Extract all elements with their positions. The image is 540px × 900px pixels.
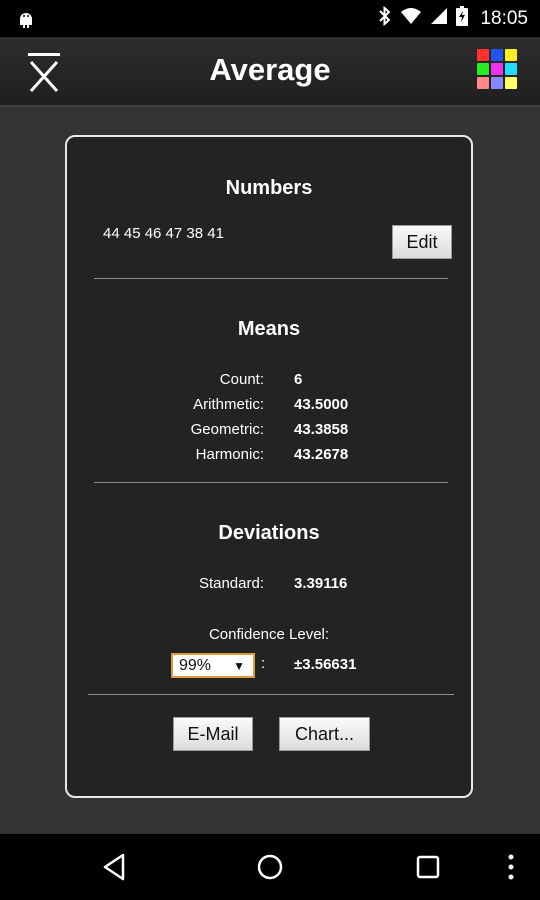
means-heading: Means: [237, 318, 301, 340]
standard-value: 3.39116: [294, 575, 348, 592]
chart-button[interactable]: Chart...: [279, 717, 370, 751]
divider: [94, 278, 448, 279]
email-button[interactable]: E-Mail: [173, 717, 253, 751]
edit-button[interactable]: Edit: [392, 225, 452, 259]
geometric-label: Geometric:: [190, 421, 264, 438]
confidence-interval-value: ±3.56631: [294, 656, 357, 673]
color-swatch: [491, 63, 503, 75]
divider: [94, 482, 448, 483]
confidence-colon: :: [261, 655, 266, 672]
battery-icon: [456, 6, 469, 31]
confidence-level-value: 99%: [179, 657, 212, 674]
numbers-heading: Numbers: [225, 177, 313, 199]
confidence-level-select[interactable]: 99% ▼: [171, 653, 255, 678]
page-title: Average: [209, 52, 331, 87]
bluetooth-icon: [378, 5, 392, 31]
divider: [88, 694, 454, 695]
color-swatch: [491, 49, 503, 61]
color-swatch: [477, 49, 489, 61]
arithmetic-value: 43.5000: [294, 396, 349, 413]
back-icon[interactable]: [84, 834, 144, 900]
count-label: Count:: [219, 371, 264, 388]
status-time: 18:05: [480, 7, 528, 29]
arithmetic-label: Arithmetic:: [193, 396, 264, 413]
dropdown-arrow-icon: ▼: [233, 659, 245, 673]
home-icon[interactable]: [240, 834, 300, 900]
color-swatch: [505, 63, 517, 75]
color-grid-icon[interactable]: [477, 49, 518, 90]
harmonic-value: 43.2678: [294, 446, 349, 463]
color-swatch: [477, 63, 489, 75]
harmonic-label: Harmonic:: [195, 446, 264, 463]
geometric-value: 43.3858: [294, 421, 349, 438]
recents-icon[interactable]: [398, 834, 458, 900]
action-bar: Average: [0, 37, 540, 107]
status-bar: 18:05: [0, 0, 540, 37]
color-swatch: [505, 77, 517, 89]
wifi-icon: [400, 7, 422, 30]
color-swatch: [491, 77, 503, 89]
navigation-bar: [0, 834, 540, 900]
results-card: Numbers 44 45 46 47 38 41 Edit Means Cou…: [65, 135, 473, 798]
count-value: 6: [294, 371, 303, 388]
deviations-heading: Deviations: [218, 522, 320, 544]
overflow-menu-icon[interactable]: [496, 834, 526, 900]
color-swatch: [477, 77, 489, 89]
standard-label: Standard:: [198, 575, 264, 592]
color-swatch: [505, 49, 517, 61]
android-icon: [16, 9, 36, 34]
confidence-level-label: Confidence Level:: [208, 626, 330, 643]
cell-signal-icon: [430, 7, 448, 30]
numbers-list: 44 45 46 47 38 41: [103, 225, 224, 242]
